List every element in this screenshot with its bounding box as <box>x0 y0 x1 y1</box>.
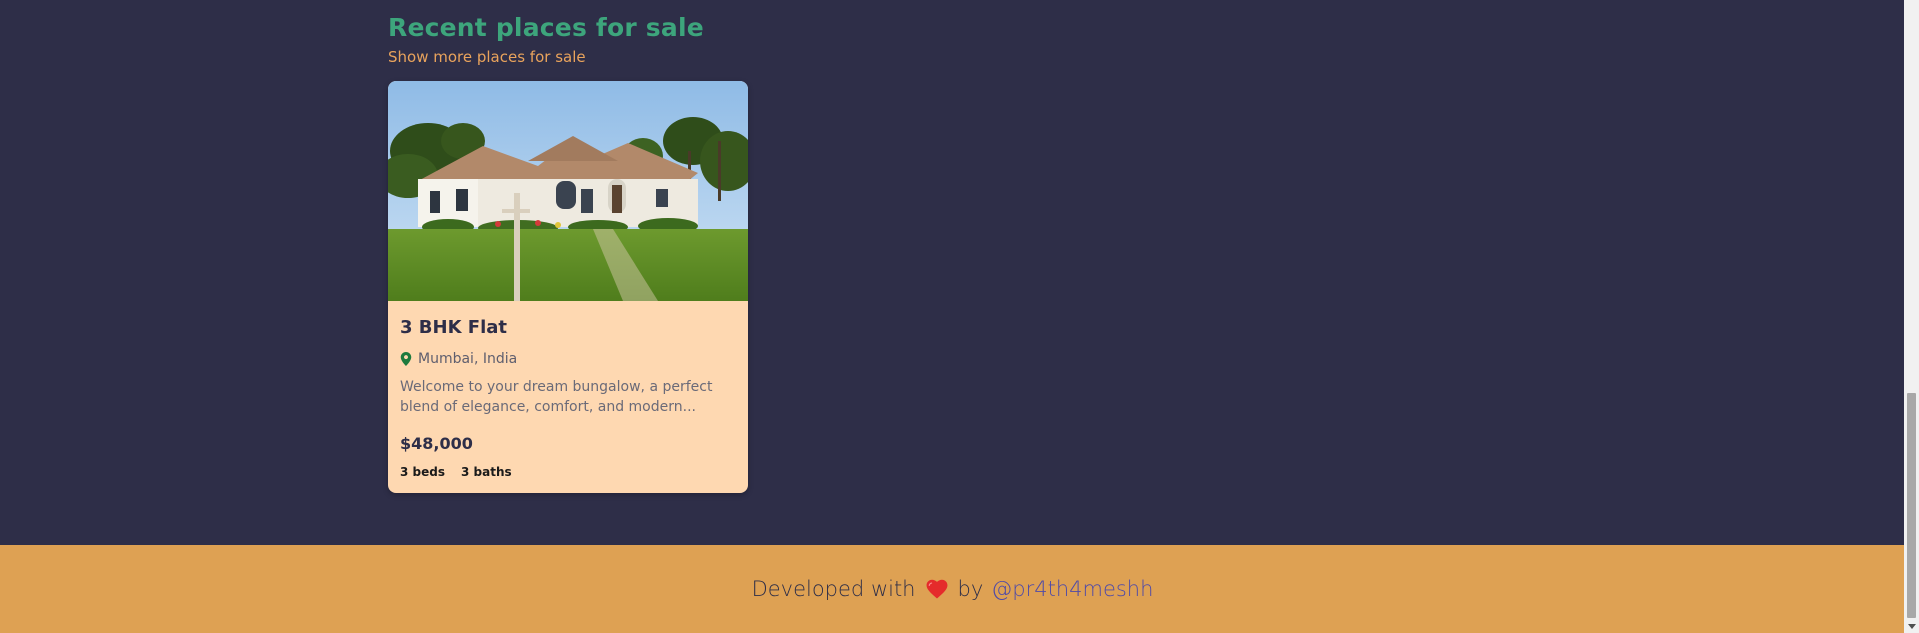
listing-image <box>388 81 748 301</box>
map-pin-icon <box>400 352 412 366</box>
listing-title: 3 BHK Flat <box>400 317 508 338</box>
listing-beds: 3 beds <box>400 465 445 479</box>
scroll-down-arrow-icon[interactable] <box>1908 624 1916 629</box>
footer: Developed with by @pr4th4meshh <box>0 545 1905 633</box>
listing-baths: 3 baths <box>461 465 512 479</box>
listing-location-text: Mumbai, India <box>418 351 518 367</box>
listing-location: Mumbai, India <box>400 349 736 369</box>
section-title: Recent places for sale <box>388 13 704 42</box>
heart-icon <box>926 579 947 599</box>
footer-prefix: Developed with <box>751 577 916 601</box>
page: Recent places for sale Show more places … <box>0 0 1919 633</box>
footer-by: by <box>957 577 984 601</box>
recent-places-section: Recent places for sale Show more places … <box>388 10 1488 68</box>
show-more-link[interactable]: Show more places for sale <box>388 46 586 68</box>
listing-card[interactable]: 3 BHK Flat Mumbai, India Welcome to your… <box>388 81 748 493</box>
listing-features: 3 beds 3 baths <box>400 463 736 481</box>
listing-description: Welcome to your dream bungalow, a perfec… <box>400 379 713 415</box>
author-handle-link[interactable]: @pr4th4meshh <box>991 577 1153 601</box>
listing-price: $48,000 <box>400 434 473 453</box>
listing-body: 3 BHK Flat Mumbai, India Welcome to your… <box>388 301 748 481</box>
scrollbar-thumb[interactable] <box>1907 393 1916 618</box>
vertical-scrollbar[interactable] <box>1904 0 1919 633</box>
